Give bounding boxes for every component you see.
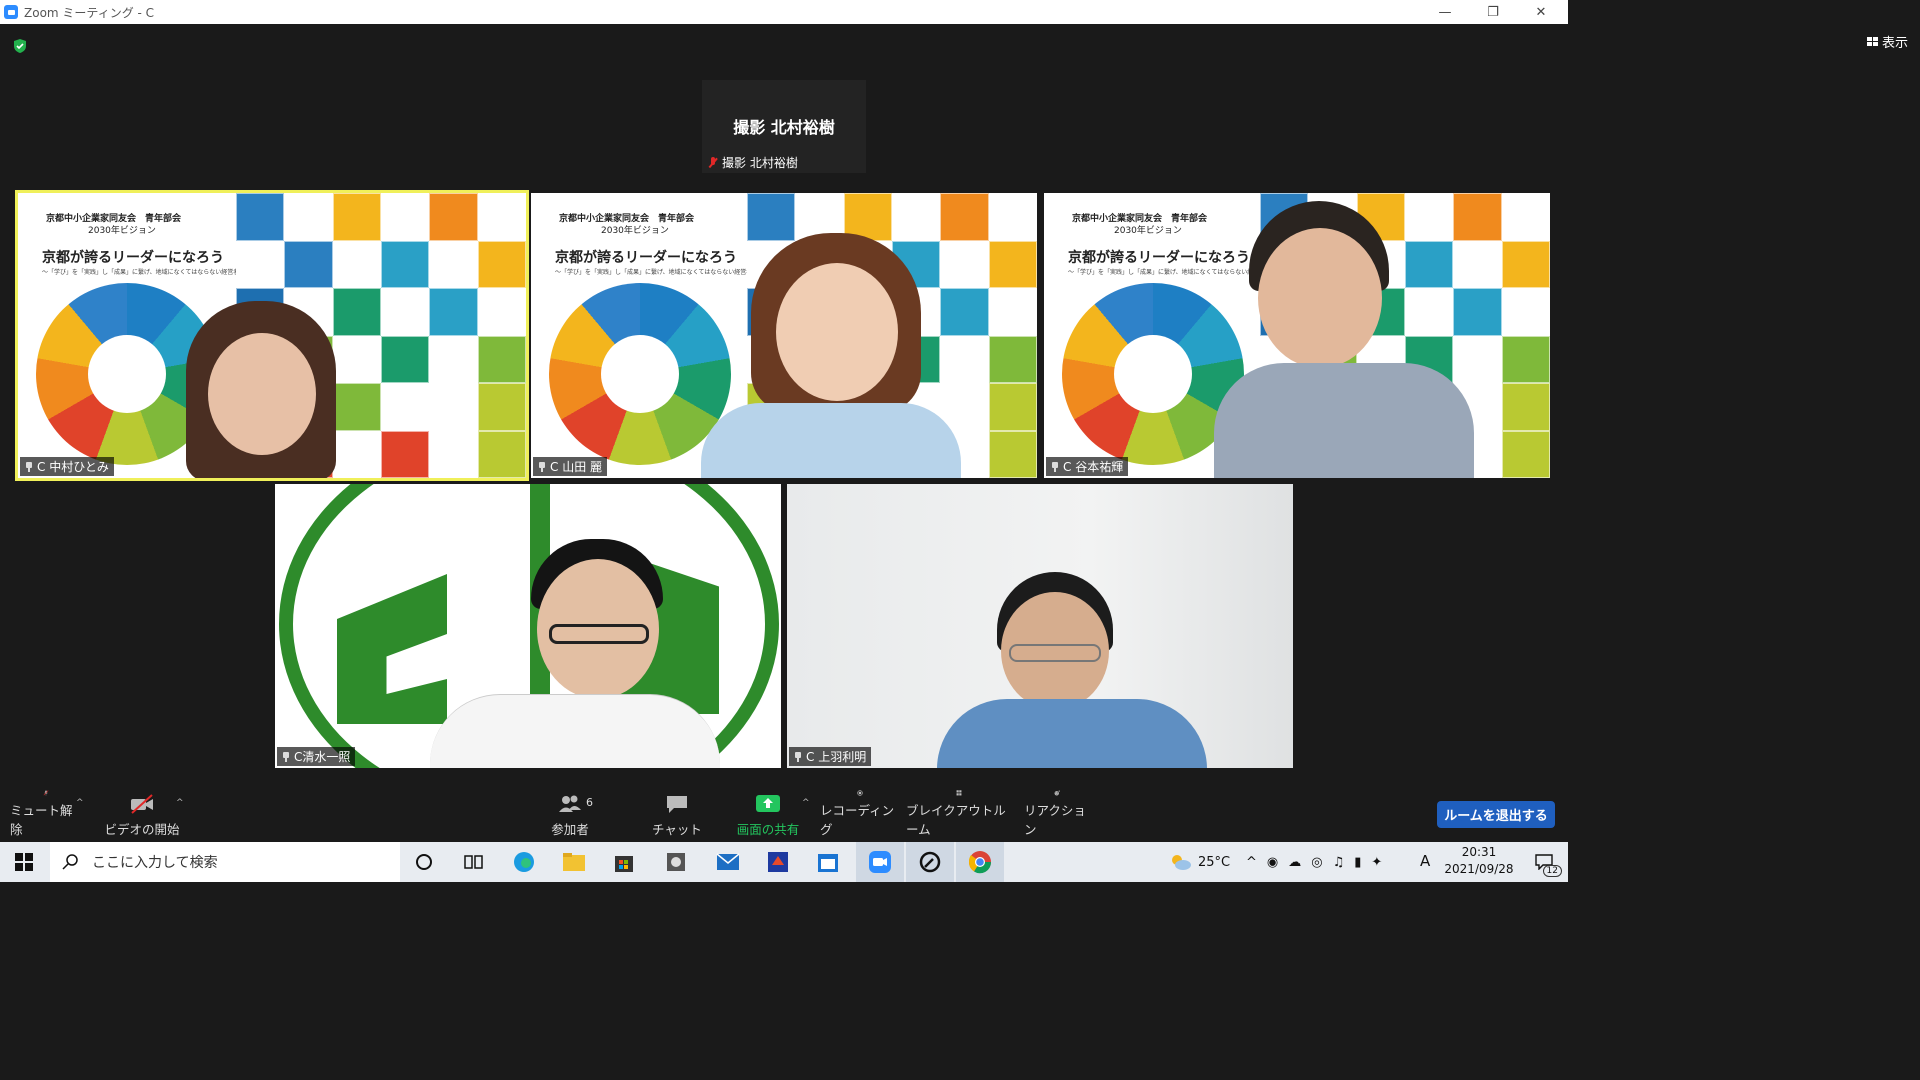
pin-icon bbox=[794, 751, 802, 762]
pin-icon bbox=[538, 461, 546, 472]
grid-icon bbox=[1866, 37, 1878, 46]
chat-icon bbox=[667, 796, 687, 813]
participant-tile-photographer[interactable]: 撮影 北村裕樹 撮影 北村裕樹 bbox=[702, 80, 866, 173]
participant-name-label: C 谷本祐輝 bbox=[1046, 457, 1129, 476]
participant-name-label: 撮影 北村裕樹 bbox=[708, 154, 798, 171]
participant-name-label: C清水一照 bbox=[277, 747, 356, 766]
participant-name-label: C 中村ひとみ bbox=[20, 457, 114, 476]
windows-taskbar: ここに入力して検索 25°C ^ ◉ ☁ ◎ ♫ ▮ ✦ A 20:31 202… bbox=[0, 842, 1568, 882]
start-button[interactable] bbox=[0, 842, 48, 882]
share-options-caret[interactable]: ^ bbox=[802, 798, 810, 808]
notifications-button[interactable]: 12 bbox=[1520, 842, 1568, 882]
tray-chevron-icon[interactable]: ^ bbox=[1246, 855, 1257, 870]
edge-browser-icon[interactable] bbox=[500, 842, 548, 882]
volume-icon[interactable]: ♫ bbox=[1333, 855, 1345, 870]
encryption-shield-icon[interactable] bbox=[12, 38, 28, 54]
partly-cloudy-icon bbox=[1172, 855, 1191, 870]
participant-tile-4[interactable]: C清水一照 bbox=[275, 484, 781, 768]
participant-display-name: 撮影 北村裕樹 bbox=[733, 118, 835, 137]
start-video-button[interactable]: ビデオの開始 bbox=[104, 790, 180, 842]
share-screen-button[interactable]: 画面の共有 bbox=[730, 790, 806, 842]
meeting-toolbar: ミュート解除 ^ ビデオの開始 ^ 参加者 6 チャット 画面の共有 ^ レコー… bbox=[0, 790, 1568, 842]
tool-app-icon[interactable] bbox=[906, 842, 954, 882]
mute-button[interactable]: ミュート解除 bbox=[10, 790, 82, 842]
cortana-icon[interactable] bbox=[400, 842, 448, 882]
taskbar-search-box[interactable]: ここに入力して検索 bbox=[50, 842, 400, 882]
view-button[interactable]: 表示 bbox=[1866, 32, 1908, 51]
muted-microphone-icon bbox=[43, 790, 49, 796]
task-view-icon[interactable] bbox=[450, 842, 498, 882]
reaction-smiley-icon bbox=[1054, 790, 1060, 796]
camera-tray-icon[interactable]: ◉ bbox=[1267, 855, 1278, 870]
snipping-tool-icon[interactable] bbox=[652, 842, 700, 882]
reactions-button[interactable]: リアクション bbox=[1024, 790, 1090, 842]
record-icon bbox=[857, 790, 863, 796]
participant-tile-1[interactable]: 京都中小企業家同友会 青年部会 2030年ビジョン 京都が誇るリーダーになろう … bbox=[15, 190, 529, 481]
calendar-app-icon[interactable] bbox=[804, 842, 852, 882]
battery-icon[interactable]: ▮ bbox=[1354, 855, 1361, 870]
onedrive-icon[interactable]: ☁ bbox=[1288, 855, 1301, 870]
store-icon[interactable] bbox=[600, 842, 648, 882]
participant-tile-2[interactable]: 京都中小企業家同友会 青年部会 2030年ビジョン 京都が誇るリーダーになろう … bbox=[531, 193, 1037, 478]
app-icon-red-blue[interactable] bbox=[754, 842, 802, 882]
participant-tile-5[interactable]: C 上羽利明 bbox=[787, 484, 1293, 768]
notification-count: 12 bbox=[1542, 865, 1562, 877]
chat-button[interactable]: チャット bbox=[648, 790, 706, 842]
microphone-tray-icon[interactable]: ◎ bbox=[1311, 855, 1322, 870]
minimize-button[interactable]: — bbox=[1422, 0, 1468, 24]
restore-button[interactable]: ❐ bbox=[1470, 0, 1516, 24]
participant-name-label: C 上羽利明 bbox=[789, 747, 872, 766]
search-icon bbox=[62, 854, 78, 870]
participant-tile-3[interactable]: 京都中小企業家同友会 青年部会 2030年ビジョン 京都が誇るリーダーになろう … bbox=[1044, 193, 1550, 478]
breakout-rooms-button[interactable]: ブレイクアウトルーム bbox=[906, 790, 1012, 842]
zoom-app-icon bbox=[4, 5, 18, 19]
view-button-label: 表示 bbox=[1881, 36, 1908, 51]
clock[interactable]: 20:31 2021/09/28 bbox=[1442, 844, 1516, 878]
leave-room-button[interactable]: ルームを退出する bbox=[1437, 801, 1555, 828]
muted-mic-icon bbox=[708, 156, 718, 169]
app-tray-icon[interactable]: ✦ bbox=[1371, 855, 1382, 870]
weather-widget[interactable]: 25°C bbox=[1168, 842, 1230, 882]
window-title: Zoom ミーティング - C bbox=[24, 5, 155, 20]
title-bar: Zoom ミーティング - C — ❐ ✕ bbox=[0, 0, 1568, 24]
audio-options-caret[interactable]: ^ bbox=[76, 798, 84, 808]
system-tray: ^ ◉ ☁ ◎ ♫ ▮ ✦ bbox=[1246, 842, 1382, 882]
share-screen-icon bbox=[756, 795, 780, 812]
chrome-icon[interactable] bbox=[956, 842, 1004, 882]
participants-count: 6 bbox=[586, 796, 593, 809]
breakout-rooms-icon bbox=[956, 790, 962, 796]
pin-icon bbox=[1051, 461, 1059, 472]
video-off-icon bbox=[131, 794, 153, 814]
participant-name-label: C 山田 麗 bbox=[533, 457, 608, 476]
close-button[interactable]: ✕ bbox=[1518, 0, 1564, 24]
mail-icon[interactable] bbox=[704, 842, 752, 882]
pin-icon bbox=[282, 751, 290, 762]
zoom-taskbar-icon[interactable] bbox=[856, 842, 904, 882]
record-button[interactable]: レコーディング bbox=[820, 790, 900, 842]
ime-indicator[interactable]: A bbox=[1420, 852, 1430, 870]
video-options-caret[interactable]: ^ bbox=[176, 798, 184, 808]
participants-icon bbox=[559, 795, 581, 812]
pin-icon bbox=[25, 461, 33, 472]
file-explorer-icon[interactable] bbox=[550, 842, 598, 882]
windows-logo-icon bbox=[15, 853, 33, 871]
